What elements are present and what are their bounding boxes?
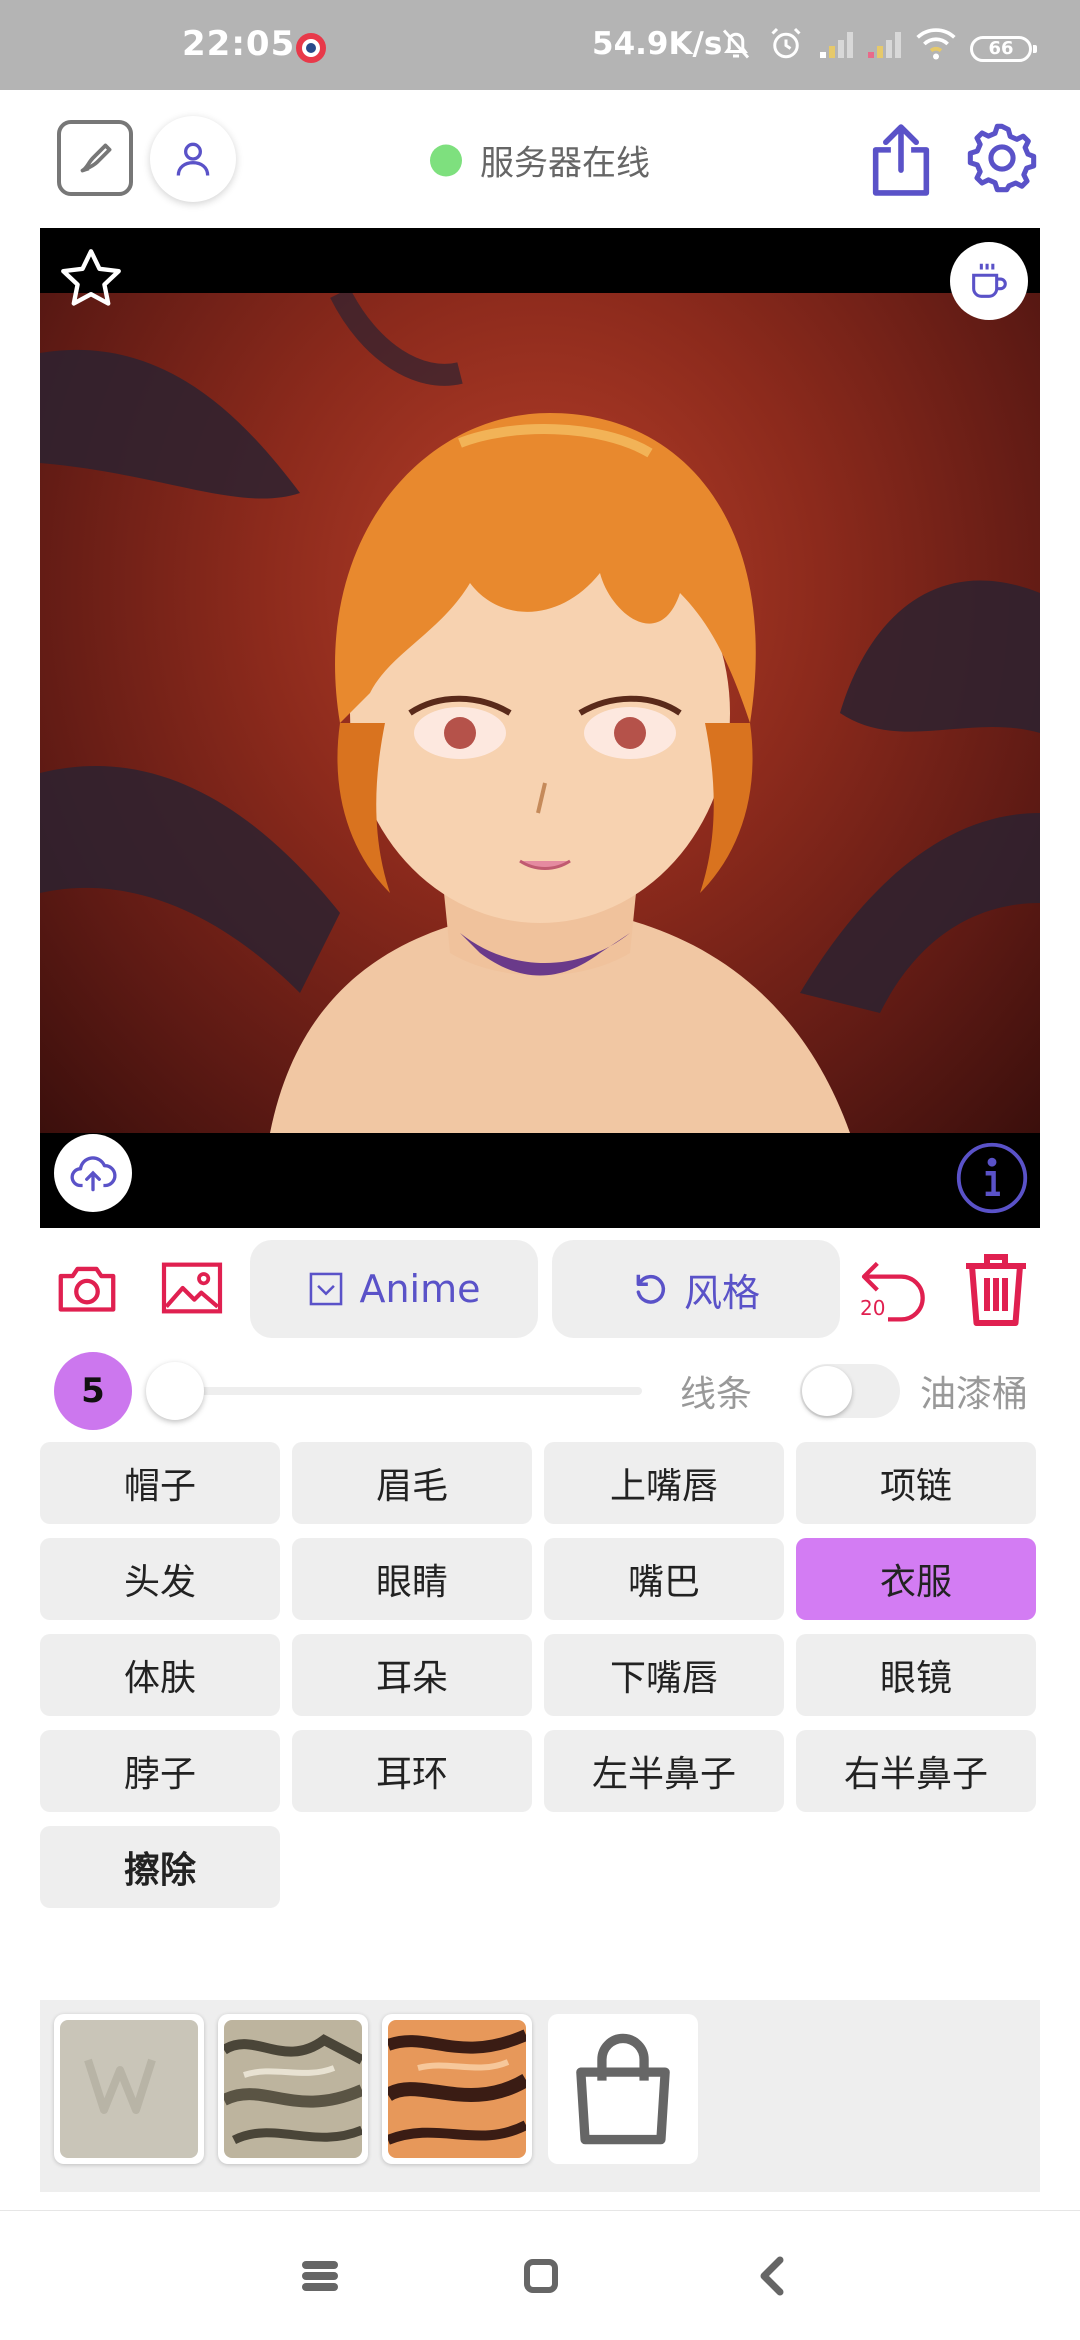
gallery-button[interactable] <box>156 1256 228 1320</box>
status-time: 22:05 <box>182 24 296 64</box>
trash-icon <box>966 1254 1026 1326</box>
camera-button[interactable] <box>52 1256 122 1320</box>
alarm-icon <box>771 27 801 59</box>
user-profile-button[interactable] <box>150 116 236 202</box>
wifi-icon <box>916 28 956 60</box>
brush-size-badge: 5 <box>54 1352 132 1430</box>
status-bar: 22:05 54.9K/s 66 <box>0 0 1080 90</box>
nav-back-button[interactable] <box>758 2256 784 2296</box>
segment-upper-lip[interactable]: 上嘴唇 <box>544 1442 784 1524</box>
coffee-cup-icon <box>972 263 1007 298</box>
info-button[interactable] <box>954 1140 1030 1216</box>
delete-button[interactable] <box>960 1248 1032 1332</box>
texture-strip <box>40 2000 1040 2192</box>
segment-erase[interactable]: 擦除 <box>40 1826 280 1908</box>
pen-edit-icon <box>80 143 112 173</box>
style-button[interactable]: 风格 <box>552 1240 840 1338</box>
segment-left-nose[interactable]: 左半鼻子 <box>544 1730 784 1812</box>
drawing-canvas[interactable] <box>40 228 1040 1228</box>
gear-icon <box>967 123 1037 193</box>
share-icon <box>872 124 930 196</box>
favorite-star-button[interactable] <box>56 244 126 314</box>
user-icon <box>176 142 210 176</box>
segment-eyes[interactable]: 眼睛 <box>292 1538 532 1620</box>
texture-fur-orange-icon <box>388 2020 526 2158</box>
menu-icon <box>302 2260 338 2291</box>
system-navigation-bar <box>0 2210 1080 2340</box>
refresh-icon <box>636 1274 666 1304</box>
segment-skin[interactable]: 体肤 <box>40 1634 280 1716</box>
info-icon <box>956 1142 1028 1214</box>
signal-1-icon <box>820 32 853 58</box>
network-speed: 54.9K/s <box>592 26 723 62</box>
share-button[interactable] <box>866 120 936 200</box>
cloud-upload-button[interactable] <box>54 1134 132 1212</box>
coffee-donate-button[interactable] <box>950 242 1028 320</box>
star-icon <box>61 249 121 306</box>
texture-item-2[interactable] <box>218 2014 368 2164</box>
style-label: 风格 <box>683 1270 760 1315</box>
lines-label: 线条 <box>680 1374 753 1415</box>
segment-label-grid: 帽子 眉毛 上嘴唇 项链 头发 眼睛 嘴巴 衣服 体肤 耳朵 下嘴唇 眼镜 脖子… <box>40 1442 1040 1908</box>
camera-icon <box>58 1266 116 1312</box>
server-status-text: 服务器在线 <box>480 143 650 184</box>
brush-size-slider-thumb[interactable] <box>146 1362 204 1420</box>
texture-store-button[interactable] <box>548 2014 698 2164</box>
signal-2-icon <box>868 32 901 58</box>
segment-glasses[interactable]: 眼镜 <box>796 1634 1036 1716</box>
back-chevron-icon <box>760 2256 784 2295</box>
generated-anime-image <box>40 293 1040 1133</box>
cloud-upload-icon <box>70 1156 117 1192</box>
paint-bucket-label: 油漆桶 <box>920 1374 1029 1415</box>
paint-bucket-toggle[interactable] <box>800 1364 900 1418</box>
anime-model-button[interactable]: Anime <box>250 1240 538 1338</box>
anime-model-label: Anime <box>359 1267 481 1311</box>
notification-app-icon <box>296 33 326 63</box>
segment-ears[interactable]: 耳朵 <box>292 1634 532 1716</box>
texture-watermark-icon <box>60 2020 198 2158</box>
segment-earrings[interactable]: 耳环 <box>292 1730 532 1812</box>
checkbox-chevron-icon <box>310 1272 343 1306</box>
brush-size-slider-track[interactable] <box>172 1387 642 1395</box>
nav-home-button[interactable] <box>524 2258 558 2293</box>
segment-eyebrows[interactable]: 眉毛 <box>292 1442 532 1524</box>
mute-bell-icon <box>722 29 750 59</box>
server-status: 服务器在线 <box>430 136 650 185</box>
segment-right-nose[interactable]: 右半鼻子 <box>796 1730 1036 1812</box>
segment-clothes[interactable]: 衣服 <box>796 1538 1036 1620</box>
nav-menu-button[interactable] <box>300 2259 340 2293</box>
segment-necklace[interactable]: 项链 <box>796 1442 1036 1524</box>
segment-hair[interactable]: 头发 <box>40 1538 280 1620</box>
shopping-bag-icon <box>576 2033 670 2145</box>
server-status-dot <box>430 144 462 176</box>
texture-item-3[interactable] <box>382 2014 532 2164</box>
segment-lower-lip[interactable]: 下嘴唇 <box>544 1634 784 1716</box>
battery-indicator: 66 <box>970 36 1037 62</box>
home-square-icon <box>524 2258 558 2293</box>
undo-count: 20 <box>860 1296 886 1320</box>
texture-fur-gray-icon <box>224 2020 362 2158</box>
texture-item-1[interactable] <box>54 2014 204 2164</box>
segment-hat[interactable]: 帽子 <box>40 1442 280 1524</box>
edit-button[interactable] <box>57 120 133 196</box>
segment-neck[interactable]: 脖子 <box>40 1730 280 1812</box>
toggle-knob <box>802 1366 852 1416</box>
image-gallery-icon <box>161 1262 223 1314</box>
settings-button[interactable] <box>962 118 1042 198</box>
segment-mouth[interactable]: 嘴巴 <box>544 1538 784 1620</box>
